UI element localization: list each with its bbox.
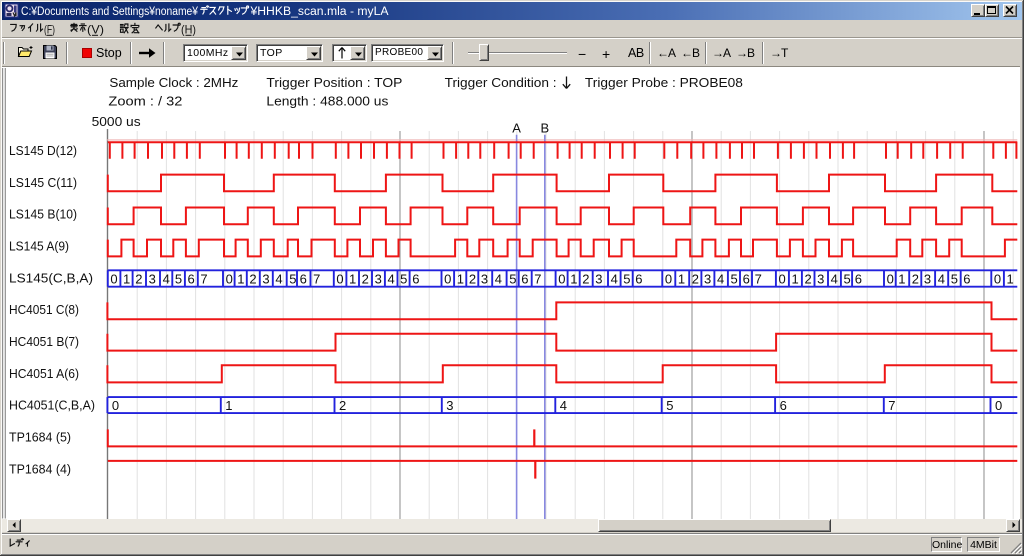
svg-text:4: 4 — [495, 272, 502, 287]
svg-text:7: 7 — [200, 272, 207, 287]
svg-text:4: 4 — [938, 272, 945, 287]
svg-text:3: 3 — [375, 272, 382, 287]
svg-text:Sample Clock : 2MHz: Sample Clock : 2MHz — [109, 76, 238, 90]
svg-text:0: 0 — [112, 398, 119, 413]
svg-text:4: 4 — [611, 272, 618, 287]
svg-text:1: 1 — [237, 272, 244, 287]
svg-text:1: 1 — [349, 272, 356, 287]
svg-text:3: 3 — [924, 272, 931, 287]
svg-text:6: 6 — [412, 272, 419, 287]
svg-text:Trigger Condition :: Trigger Condition : — [445, 76, 557, 90]
svg-text:6: 6 — [743, 272, 750, 287]
svg-text:6: 6 — [963, 272, 970, 287]
svg-text:4: 4 — [388, 272, 395, 287]
svg-text:7: 7 — [888, 398, 895, 413]
svg-text:3: 3 — [817, 272, 824, 287]
svg-text:Zoom : / 32: Zoom : / 32 — [108, 95, 182, 109]
svg-text:3: 3 — [481, 272, 488, 287]
svg-text:2: 2 — [362, 272, 369, 287]
svg-text:B: B — [540, 120, 549, 135]
svg-text:1: 1 — [1007, 272, 1014, 287]
svg-text:5: 5 — [951, 272, 958, 287]
svg-text:3: 3 — [149, 272, 156, 287]
svg-text:1: 1 — [570, 272, 577, 287]
svg-text:6: 6 — [855, 272, 862, 287]
svg-text:6: 6 — [300, 272, 307, 287]
svg-text:2: 2 — [912, 272, 919, 287]
svg-text:0: 0 — [336, 272, 343, 287]
svg-text:2: 2 — [469, 272, 476, 287]
svg-text:4: 4 — [163, 272, 170, 287]
svg-text:2: 2 — [582, 272, 589, 287]
svg-text:1: 1 — [123, 272, 130, 287]
svg-text:1: 1 — [898, 272, 905, 287]
svg-text:0: 0 — [226, 272, 233, 287]
svg-text:A: A — [512, 120, 521, 135]
svg-text:3: 3 — [704, 272, 711, 287]
svg-text:1: 1 — [225, 398, 232, 413]
svg-text:6: 6 — [635, 272, 642, 287]
svg-text:5: 5 — [844, 272, 851, 287]
svg-text:2: 2 — [135, 272, 142, 287]
svg-text:1: 1 — [678, 272, 685, 287]
svg-text:Trigger Position : TOP: Trigger Position : TOP — [266, 76, 402, 90]
svg-text:0: 0 — [995, 398, 1002, 413]
svg-text:5: 5 — [731, 272, 738, 287]
svg-text:2: 2 — [692, 272, 699, 287]
svg-text:5: 5 — [666, 398, 673, 413]
svg-text:5: 5 — [400, 272, 407, 287]
svg-text:0: 0 — [994, 272, 1001, 287]
svg-text:5: 5 — [509, 272, 516, 287]
svg-text:5: 5 — [623, 272, 630, 287]
svg-text:2: 2 — [805, 272, 812, 287]
svg-text:7: 7 — [313, 272, 320, 287]
svg-text:4: 4 — [560, 398, 567, 413]
svg-text:Length : 488.000 us: Length : 488.000 us — [266, 95, 388, 109]
svg-text:5: 5 — [175, 272, 182, 287]
svg-text:0: 0 — [444, 272, 451, 287]
svg-text:3: 3 — [595, 272, 602, 287]
svg-text:1: 1 — [457, 272, 464, 287]
svg-text:4: 4 — [831, 272, 838, 287]
svg-text:4: 4 — [275, 272, 282, 287]
svg-text:3: 3 — [262, 272, 269, 287]
svg-text:2: 2 — [249, 272, 256, 287]
svg-text:3: 3 — [446, 398, 453, 413]
svg-text:0: 0 — [887, 272, 894, 287]
svg-text:6: 6 — [521, 272, 528, 287]
svg-text:0: 0 — [665, 272, 672, 287]
svg-text:6: 6 — [780, 398, 787, 413]
svg-text:7: 7 — [534, 272, 541, 287]
svg-text:0: 0 — [558, 272, 565, 287]
svg-text:1: 1 — [792, 272, 799, 287]
svg-text:7: 7 — [755, 272, 762, 287]
svg-text:4: 4 — [717, 272, 724, 287]
svg-text:Trigger Probe : PROBE08: Trigger Probe : PROBE08 — [585, 76, 743, 90]
svg-text:5000 us: 5000 us — [92, 115, 141, 129]
svg-text:6: 6 — [188, 272, 195, 287]
svg-text:0: 0 — [779, 272, 786, 287]
svg-text:2: 2 — [339, 398, 346, 413]
svg-text:5: 5 — [289, 272, 296, 287]
svg-text:0: 0 — [110, 272, 117, 287]
